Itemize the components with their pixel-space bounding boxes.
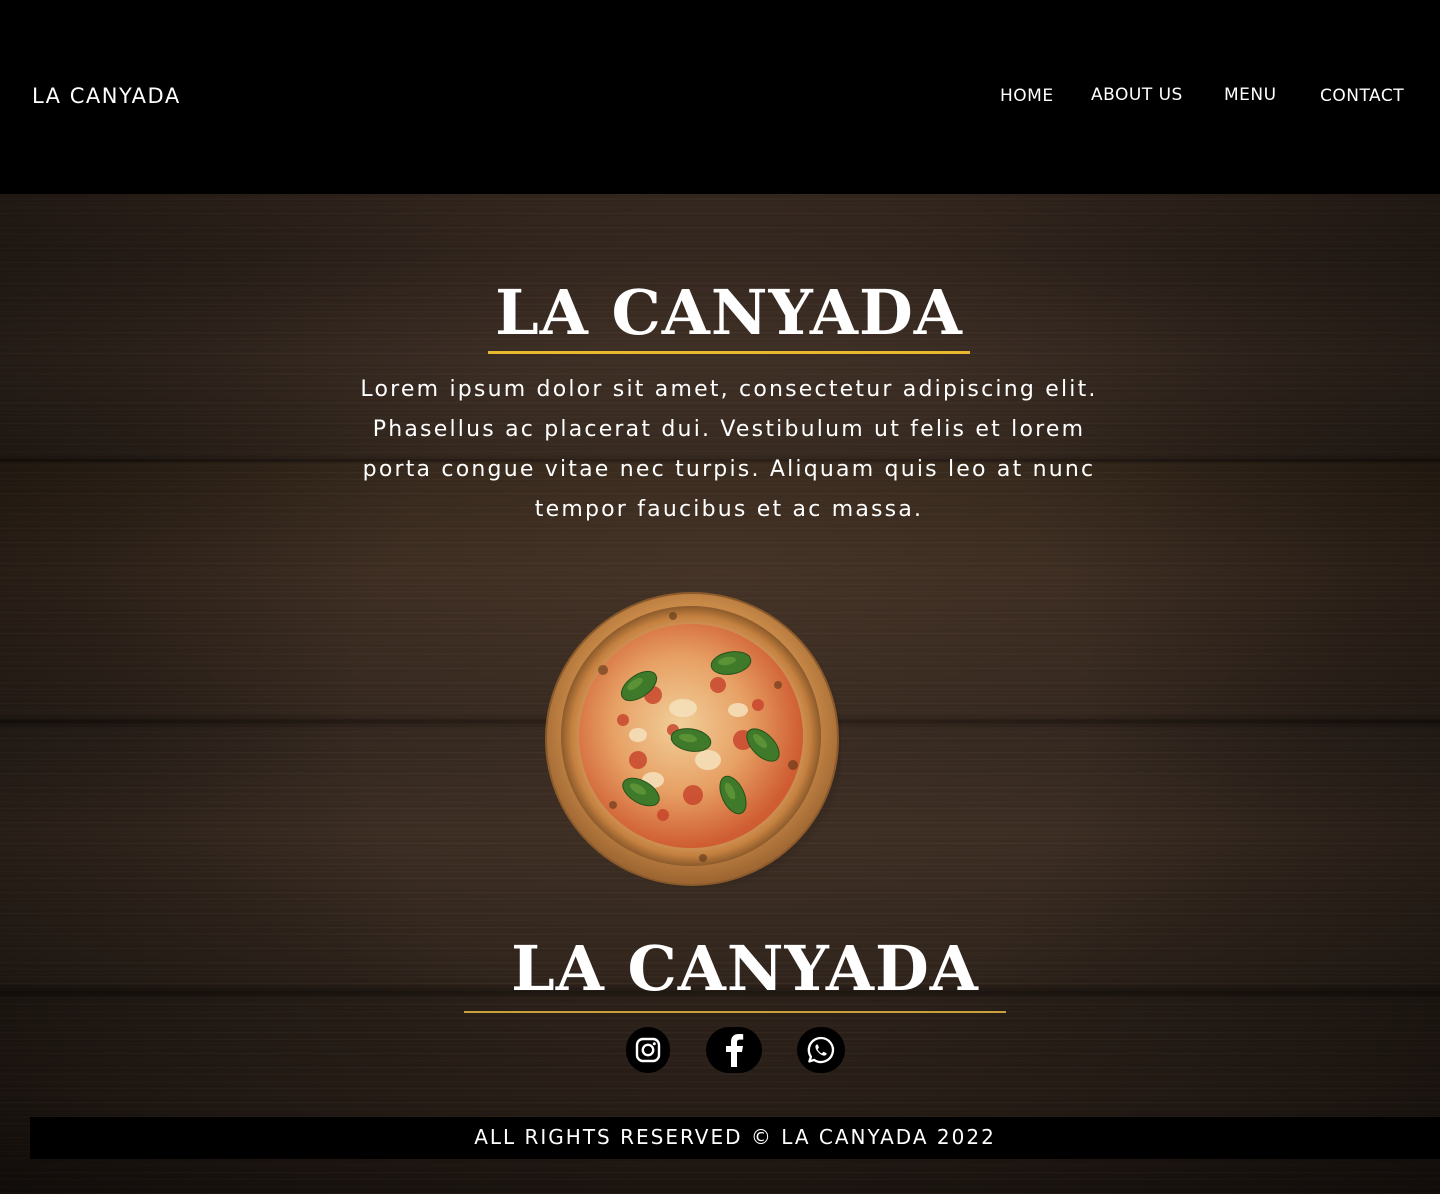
instagram-icon — [635, 1037, 661, 1063]
nav-contact[interactable]: CONTACT — [1320, 86, 1404, 106]
pizza-image — [543, 590, 847, 892]
site-header: LA CANYADA HOME ABOUT US MENU CONTACT — [0, 0, 1440, 194]
hero-title: LA CANYADA — [495, 276, 963, 349]
whatsapp-link[interactable] — [797, 1027, 845, 1073]
nav-home[interactable]: HOME — [1000, 86, 1054, 106]
hero-title-underline — [488, 351, 970, 354]
facebook-icon — [724, 1033, 744, 1067]
hero-description: Lorem ipsum dolor sit amet, consectetur … — [360, 377, 1098, 522]
brand-logo-link[interactable]: LA CANYADA — [32, 84, 181, 108]
footer-title-underline — [464, 1011, 1006, 1013]
nav-menu[interactable]: MENU — [1224, 85, 1277, 105]
nav-about-us[interactable]: ABOUT US — [1091, 85, 1183, 105]
footer-title: LA CANYADA — [511, 932, 979, 1005]
whatsapp-icon — [806, 1035, 836, 1065]
copyright-bar: ALL RIGHTS RESERVED © LA CANYADA 2022 — [30, 1117, 1440, 1159]
instagram-link[interactable] — [626, 1027, 670, 1073]
facebook-link[interactable] — [706, 1027, 762, 1073]
copyright-text: ALL RIGHTS RESERVED © LA CANYADA 2022 — [474, 1125, 996, 1149]
